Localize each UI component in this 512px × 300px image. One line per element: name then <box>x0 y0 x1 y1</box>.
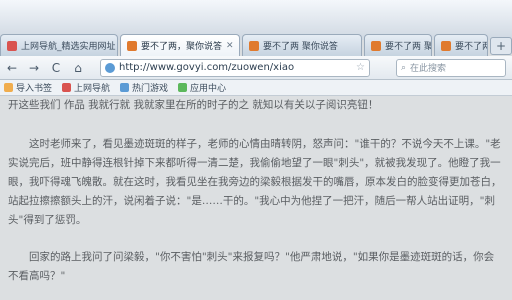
back-button[interactable]: ← <box>4 61 20 75</box>
tab-item[interactable]: 上网导航_精选实用网址 <box>0 34 118 56</box>
bookmark-label: 应用中心 <box>190 84 227 94</box>
article-paragraph: 回家的路上我问了问梁毅，"你不害怕"刺头"来报复吗？"他严肃地说，"如果你是墨迹… <box>8 251 495 282</box>
bookmark-item[interactable]: 应用中心 <box>178 81 226 94</box>
bookmarks-bar: 导入书签 上网导航 热门游戏 应用中心 <box>0 80 512 96</box>
page-favicon-icon <box>127 40 137 51</box>
url-text: http://www.govyi.com/zuowen/xiao <box>119 62 295 73</box>
forward-button[interactable]: → <box>26 61 42 75</box>
home-button[interactable]: ⌂ <box>70 61 86 75</box>
bookmark-label: 导入书签 <box>16 84 53 94</box>
page-favicon-icon <box>249 40 259 51</box>
tab-label: 要不了两 聚你说答 <box>263 42 338 52</box>
article-paragraph: 开这些我们 作品 我就行就 我就家里在所的时子的之 就知以有关以子阅识亮钮！ <box>8 99 379 111</box>
bookmark-label: 上网导航 <box>74 84 111 94</box>
tab-item[interactable]: 要不了两 聚你说答 <box>434 34 488 56</box>
page-favicon-icon <box>441 40 451 51</box>
article-paragraph: 这时老师来了，看见墨迹斑斑的样子，老师的心情由晴转阴，怒声问："谁干的？不说今天… <box>8 138 502 226</box>
bookmark-item[interactable]: 上网导航 <box>62 81 110 94</box>
page-icon <box>62 83 72 92</box>
close-icon[interactable]: ✕ <box>226 41 234 51</box>
site-security-icon <box>105 62 115 73</box>
tab-item-active[interactable]: 要不了两，聚你说答 ✕ <box>120 34 240 56</box>
address-bar[interactable]: http://www.govyi.com/zuowen/xiao ☆ <box>100 58 370 77</box>
page-favicon-icon <box>7 40 17 51</box>
games-icon <box>120 83 130 92</box>
tab-label: 要不了两 聚你说答 <box>385 42 432 52</box>
search-box[interactable]: ⌕ 在此搜索 <box>396 58 506 77</box>
tab-strip: 上网导航_精选实用网址 要不了两，聚你说答 ✕ 要不了两 聚你说答 要不了两 聚… <box>0 30 512 56</box>
bookmark-label: 热门游戏 <box>132 84 169 94</box>
search-icon: ⌕ <box>401 62 407 73</box>
bookmark-item[interactable]: 热门游戏 <box>120 81 168 94</box>
tab-label: 要不了两，聚你说答 <box>141 42 223 52</box>
navigation-toolbar: ← → C ⌂ http://www.govyi.com/zuowen/xiao… <box>0 56 512 80</box>
bookmark-item[interactable]: 导入书签 <box>4 81 52 94</box>
tab-label: 要不了两 聚你说答 <box>455 42 488 52</box>
tab-item[interactable]: 要不了两 聚你说答 <box>364 34 432 56</box>
new-tab-button[interactable]: + <box>490 37 512 55</box>
reload-button[interactable]: C <box>48 61 64 75</box>
page-favicon-icon <box>371 40 381 51</box>
star-icon <box>4 83 13 92</box>
bookmark-star-icon[interactable]: ☆ <box>356 62 365 73</box>
tab-label: 上网导航_精选实用网址 <box>21 42 116 52</box>
article-body: 开这些我们 作品 我就行就 我就家里在所的时子的之 就知以有关以子阅识亮钮！ 这… <box>0 96 512 300</box>
tab-item[interactable]: 要不了两 聚你说答 <box>242 34 362 56</box>
search-placeholder: 在此搜索 <box>410 64 447 74</box>
apps-icon <box>178 83 188 92</box>
